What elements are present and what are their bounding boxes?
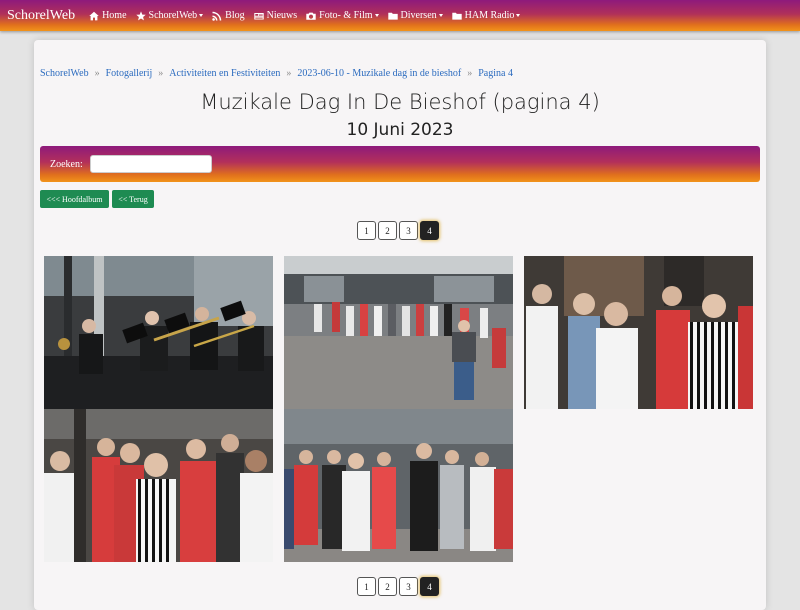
chevron-down-icon: [516, 14, 521, 17]
photo-choir-closeup-image: [524, 256, 753, 409]
nav-home[interactable]: Home: [89, 10, 127, 21]
gallery-photo[interactable]: [284, 256, 513, 409]
newspaper-icon: [253, 12, 264, 19]
nav-schorelweb-label: SchorelWeb: [148, 10, 198, 21]
breadcrumb-item[interactable]: Pagina 4: [478, 68, 513, 79]
nav-nieuws[interactable]: Nieuws: [253, 10, 298, 21]
nav-ham-radio-label: HAM Radio: [464, 10, 515, 21]
rss-icon: [212, 11, 222, 21]
nav-home-label: Home: [102, 10, 127, 21]
page-link-4-current[interactable]: 4: [420, 221, 439, 240]
pagination-bottom: 1 2 3 4: [357, 577, 441, 596]
nav-nieuws-label: Nieuws: [266, 10, 298, 21]
page-link-3[interactable]: 3: [399, 577, 418, 596]
gallery-photo[interactable]: [44, 409, 273, 562]
striped-dress: [136, 479, 176, 562]
breadcrumb-item[interactable]: Fotogallerij: [106, 68, 153, 79]
page-link-2[interactable]: 2: [378, 577, 397, 596]
brand-link[interactable]: SchorelWeb: [7, 8, 75, 24]
nav-blog[interactable]: Blog: [212, 10, 245, 21]
chevron-down-icon: [438, 14, 443, 17]
breadcrumb: SchorelWeb » Fotogallerij » Activiteiten…: [40, 68, 513, 79]
breadcrumb-separator: »: [158, 68, 164, 79]
chevron-down-icon: [374, 14, 379, 17]
page-title: Muzikale Dag In De Bieshof (pagina 4): [200, 90, 600, 114]
gallery-photo[interactable]: [524, 256, 753, 409]
search-input[interactable]: [89, 155, 212, 173]
page-link-1[interactable]: 1: [357, 577, 376, 596]
top-navbar: SchorelWeb Home SchorelWeb Blog Nieuws F…: [0, 0, 800, 31]
photo-choir-square-image: [284, 256, 513, 409]
photo-choir-group-image: [284, 409, 513, 562]
nav-blog-label: Blog: [225, 10, 245, 21]
nav-diversen-label: Diversen: [400, 10, 437, 21]
nav-schorelweb[interactable]: SchorelWeb: [135, 10, 204, 21]
striped-dress: [688, 322, 738, 409]
nav-foto-film-label: Foto- & Film: [319, 10, 373, 21]
breadcrumb-separator: »: [94, 68, 100, 79]
breadcrumb-item[interactable]: Activiteiten en Festiviteiten: [169, 68, 280, 79]
chevron-down-icon: [199, 14, 204, 17]
photo-choir-closeup-2-image: [44, 409, 273, 562]
star-icon: [135, 10, 146, 20]
content-card: SchorelWeb » Fotogallerij » Activiteiten…: [34, 40, 766, 610]
back-button[interactable]: << Terug: [112, 190, 154, 208]
page-link-4-current[interactable]: 4: [420, 577, 439, 596]
camera-icon: [306, 12, 316, 20]
home-icon: [89, 11, 99, 20]
gallery-photo[interactable]: [44, 256, 273, 409]
folder-icon: [387, 12, 398, 20]
breadcrumb-item[interactable]: 2023-06-10 - Muzikale dag in de bieshof: [297, 68, 461, 79]
page-subtitle: 10 Juni 2023: [346, 120, 454, 140]
breadcrumb-item[interactable]: SchorelWeb: [40, 68, 89, 79]
photo-band-image: [44, 256, 273, 409]
page-link-2[interactable]: 2: [378, 221, 397, 240]
page-link-3[interactable]: 3: [399, 221, 418, 240]
nav-foto-film[interactable]: Foto- & Film: [306, 10, 379, 21]
breadcrumb-separator: »: [467, 68, 473, 79]
main-album-button[interactable]: <<< Hoofdalbum: [40, 190, 109, 208]
page-link-1[interactable]: 1: [357, 221, 376, 240]
nav-ham-radio[interactable]: HAM Radio: [451, 10, 521, 21]
search-bar: Zoeken:: [40, 146, 760, 182]
search-label: Zoeken:: [50, 158, 83, 170]
nav-diversen[interactable]: Diversen: [387, 10, 443, 21]
breadcrumb-separator: »: [286, 68, 292, 79]
pagination-top: 1 2 3 4: [357, 221, 441, 240]
gallery-photo[interactable]: [284, 409, 513, 562]
folder-icon: [451, 12, 462, 20]
